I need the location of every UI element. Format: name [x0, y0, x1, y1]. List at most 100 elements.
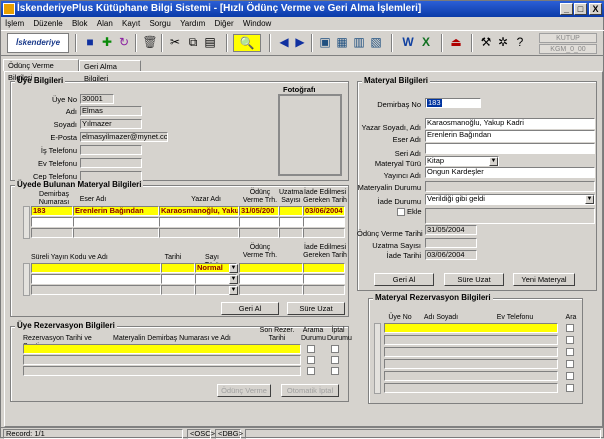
save-icon[interactable]: ■	[81, 34, 99, 52]
row1-demirbas[interactable]: 183	[31, 206, 73, 216]
adi-field[interactable]: Elmas	[80, 106, 142, 116]
mrez-scrollbar[interactable]	[374, 323, 381, 394]
uye-geri-al-button[interactable]: Geri Al	[221, 302, 279, 315]
list-icon[interactable]: ▥	[350, 34, 368, 52]
ev-tel-field[interactable]	[80, 158, 142, 168]
row3-yazar[interactable]	[159, 228, 239, 238]
m-iade-select[interactable]: Verildiği gibi geldi	[425, 194, 595, 205]
mrez-row3-ara-checkbox[interactable]	[566, 348, 574, 356]
menu-blok[interactable]: Blok	[72, 19, 88, 28]
m-yayinci-field[interactable]: Ongun Kardeşler	[425, 167, 595, 178]
m-iade-tarih-field[interactable]: 03/06/2004	[425, 250, 477, 260]
m-sure-uzat-button[interactable]: Süre Uzat	[444, 273, 504, 286]
rez-row2[interactable]	[23, 355, 301, 365]
chevron-down-icon[interactable]: ▼	[229, 275, 238, 284]
rez-row1-arama-checkbox[interactable]	[307, 345, 315, 353]
sureli-scrollbar[interactable]	[23, 263, 30, 296]
m-uzatma-field[interactable]	[425, 238, 477, 248]
chevron-down-icon[interactable]: ▼	[229, 264, 238, 273]
mrez-row2-ara-checkbox[interactable]	[566, 336, 574, 344]
rez-row3[interactable]	[23, 366, 301, 376]
row2-eser[interactable]	[73, 217, 159, 227]
ekle-checkbox[interactable]	[397, 208, 405, 216]
cut-icon[interactable]: ✂	[166, 34, 184, 52]
yeni-materyal-button[interactable]: Yeni Materyal	[513, 273, 575, 286]
report-icon[interactable]: ▣	[316, 34, 334, 52]
close-button[interactable]: X	[589, 3, 602, 15]
copy-icon[interactable]: ⧉	[184, 34, 202, 52]
maximize-button[interactable]: □	[574, 3, 587, 15]
menu-islem[interactable]: İşlem	[5, 19, 24, 28]
sureli-row3-odunc[interactable]	[239, 285, 303, 295]
rez-row2-arama-checkbox[interactable]	[307, 356, 315, 364]
form-icon[interactable]: ▦	[333, 34, 351, 52]
m-eser-field[interactable]: Erenlerin Bağından	[425, 130, 595, 142]
sureli-row1-kodu[interactable]	[31, 263, 161, 273]
chevron-down-icon[interactable]: ▼	[585, 195, 594, 204]
row1-eser[interactable]: Erenlerin Bağından	[73, 206, 159, 216]
view-icon[interactable]: ▧	[367, 34, 385, 52]
m-geri-al-button[interactable]: Geri Al	[374, 273, 434, 286]
search-icon[interactable]: 🔍	[233, 34, 261, 52]
m-turu-select[interactable]: Kitap	[425, 156, 499, 166]
m-yazar-field[interactable]: Karaosmanoğlu, Yakup Kadri	[425, 118, 595, 129]
m-odunc-field[interactable]: 31/05/2004	[425, 225, 477, 235]
mrez-row5-ara-checkbox[interactable]	[566, 372, 574, 380]
sureli-row1-iade[interactable]	[303, 263, 345, 273]
chevron-down-icon[interactable]: ▼	[489, 157, 498, 166]
row1-odunc[interactable]: 31/05/200	[239, 206, 279, 216]
add-record-icon[interactable]: ✚	[98, 34, 116, 52]
row2-odunc[interactable]	[239, 217, 279, 227]
row2-iade[interactable]	[303, 217, 345, 227]
sureli-row1-odunc[interactable]	[239, 263, 303, 273]
exit-icon[interactable]: ⏏	[447, 34, 465, 52]
tab-odunc-verme[interactable]: Ödünç Verme Bilgileri	[3, 59, 79, 82]
row1-yazar[interactable]: Karaosmanoğlu, Yakup	[159, 206, 239, 216]
soyadi-field[interactable]: Yılmazer	[80, 119, 142, 129]
chevron-down-icon[interactable]: ▼	[229, 286, 238, 295]
excel-icon[interactable]: X	[417, 34, 435, 52]
rez-row3-arama-checkbox[interactable]	[307, 367, 315, 375]
m-durumu-field[interactable]	[425, 181, 595, 192]
mrez-row3[interactable]	[384, 347, 558, 357]
rez-row3-iptal-checkbox[interactable]	[331, 367, 339, 375]
menu-diger[interactable]: Diğer	[215, 19, 234, 28]
menu-window[interactable]: Window	[243, 19, 271, 28]
mrez-row4[interactable]	[384, 359, 558, 369]
row1-uzatma[interactable]	[279, 206, 303, 216]
next-record-icon[interactable]: ▶	[291, 34, 309, 52]
otomatik-iptal-button[interactable]: Otomatik İptal	[281, 384, 339, 397]
sureli-row2-odunc[interactable]	[239, 274, 303, 284]
menu-alan[interactable]: Alan	[97, 19, 113, 28]
row2-yazar[interactable]	[159, 217, 239, 227]
mrez-row6-ara-checkbox[interactable]	[566, 384, 574, 392]
sureli-row2-tarihi[interactable]	[161, 274, 195, 284]
sureli-row1-tarihi[interactable]	[161, 263, 195, 273]
sureli-row2-iade[interactable]	[303, 274, 345, 284]
rez-row1-iptal-checkbox[interactable]	[331, 345, 339, 353]
m-demirbas-field[interactable]: 183	[425, 98, 481, 108]
help-icon[interactable]: ?	[511, 34, 529, 52]
menu-duzenle[interactable]: Düzenle	[33, 19, 62, 28]
refresh-icon[interactable]: ↻	[115, 34, 133, 52]
paste-icon[interactable]: ▤	[201, 34, 219, 52]
mrez-row5[interactable]	[384, 371, 558, 381]
menu-sorgu[interactable]: Sorgu	[149, 19, 170, 28]
minimize-button[interactable]: _	[560, 3, 573, 15]
tools-icon[interactable]: ⚒	[477, 34, 495, 52]
uye-no-field[interactable]: 30001	[80, 94, 114, 104]
is-tel-field[interactable]	[80, 145, 142, 155]
mrez-row2[interactable]	[384, 335, 558, 345]
eposta-field[interactable]: elmasyilmazer@mynet.com	[80, 132, 168, 142]
row3-demirbas[interactable]	[31, 228, 73, 238]
sureli-row3-tarihi[interactable]	[161, 285, 195, 295]
uye-sure-uzat-button[interactable]: Süre Uzat	[287, 302, 345, 315]
row2-uzatma[interactable]	[279, 217, 303, 227]
rez-row1[interactable]	[23, 344, 301, 354]
row3-iade[interactable]	[303, 228, 345, 238]
menu-kayit[interactable]: Kayıt	[122, 19, 140, 28]
row1-iade[interactable]: 03/06/2004	[303, 206, 345, 216]
uyede-scrollbar[interactable]	[23, 206, 30, 239]
menu-yardim[interactable]: Yardım	[180, 19, 205, 28]
rez-row2-iptal-checkbox[interactable]	[331, 356, 339, 364]
